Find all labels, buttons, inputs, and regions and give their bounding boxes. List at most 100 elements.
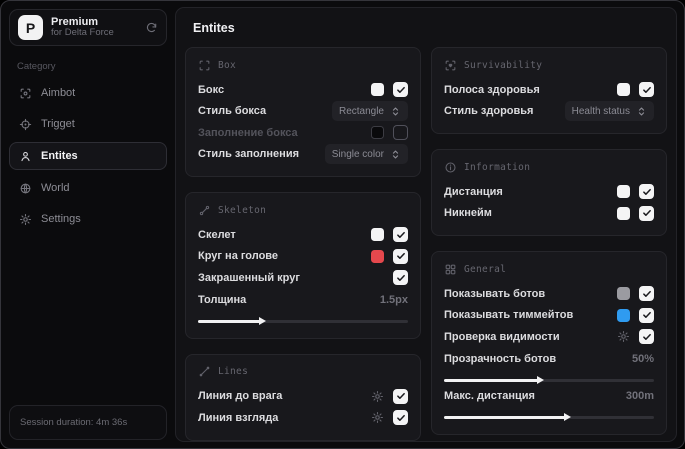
gear-icon[interactable] [371,390,384,403]
slider-thumb[interactable] [536,376,544,385]
sidebar-item-trigget[interactable]: Trigget [9,111,167,137]
slider-value: 1.5px [379,294,408,307]
setting-row: Линия до врага [198,386,408,408]
setting-row: Проверка видимости [444,326,654,348]
lines-icon [198,365,211,378]
row-controls: Rectangle [331,101,408,122]
color-swatch[interactable] [617,206,630,220]
row-label: Макс. дистанция [444,390,535,403]
card-lines: Lines Линия до врага Линия взгляда [185,353,421,441]
gear-icon[interactable] [371,411,384,424]
card-information: Information Дистанция Никнейм [431,149,667,236]
card-box: Box Бокс Стиль бокса Rectangle Заполнени… [185,47,421,177]
card-header: Information [444,159,654,175]
page-title: Entites [193,21,235,35]
app-window: P Premium for Delta Force Category Aimbo… [0,0,685,449]
sidebar-item-settings[interactable]: Settings [9,206,167,232]
select-value: Health status [571,105,630,117]
setting-row: Круг на голове [198,246,408,268]
slider[interactable] [444,376,654,385]
card-general: General Показывать ботов Показывать тимм… [431,251,667,435]
color-swatch[interactable] [617,185,630,199]
row-controls [371,82,408,98]
slider[interactable] [198,317,408,326]
card-column: Survivability Полоса здоровья Стиль здор… [431,47,667,441]
setting-row: Закрашенный круг [198,267,408,289]
checkbox[interactable] [393,410,408,426]
row-label: Проверка видимости [444,330,560,343]
card-header: Lines [198,364,408,380]
sidebar-item-label: Settings [41,213,81,225]
sidebar-item-aimbot[interactable]: Aimbot [9,80,167,106]
checkbox[interactable] [639,205,654,221]
gear-icon[interactable] [617,330,630,343]
checkbox[interactable] [393,248,408,264]
color-swatch[interactable] [617,83,630,97]
select-dropdown[interactable]: Rectangle [331,101,408,122]
sidebar-item-label: Trigget [41,118,75,130]
row-label: Никнейм [444,207,492,220]
row-label: Линия взгляда [198,411,279,424]
row-controls [393,270,408,286]
row-controls [371,410,408,426]
checkbox[interactable] [393,270,408,286]
row-controls [371,227,408,243]
row-label: Дистанция [444,185,503,198]
color-swatch[interactable] [371,126,384,140]
card-skeleton: Skeleton Скелет Круг на голове Закрашенн… [185,192,421,339]
sidebar-item-label: World [41,182,70,194]
card-header: Survivability [444,57,654,73]
select-dropdown[interactable]: Single color [324,144,408,165]
world-icon [19,182,32,195]
select-value: Rectangle [338,105,384,117]
sidebar-item-world[interactable]: World [9,175,167,201]
slider-thumb[interactable] [563,413,571,422]
row-controls [371,248,408,264]
color-swatch[interactable] [617,287,630,301]
checkbox[interactable] [639,286,654,302]
card-title: Skeleton [218,204,267,216]
row-label: Заполнение бокса [198,126,298,139]
setting-row: Линия взгляда [198,407,408,429]
color-swatch[interactable] [617,308,630,322]
checkbox[interactable] [393,388,408,404]
checkbox[interactable] [639,329,654,345]
select-dropdown[interactable]: Health status [564,101,654,122]
checkbox[interactable] [393,82,408,98]
row-controls [617,286,654,302]
slider[interactable] [444,413,654,422]
row-label: Круг на голове [198,250,279,263]
row-controls [617,205,654,221]
sidebar-item-label: Entites [41,150,78,162]
checkbox[interactable] [639,184,654,200]
card-survivability: Survivability Полоса здоровья Стиль здор… [431,47,667,134]
sidebar-item-entites[interactable]: Entites [9,142,167,170]
row-label: Бокс [198,83,225,96]
checkbox[interactable] [393,227,408,243]
aimbot-icon [19,87,32,100]
setting-row: Полоса здоровья [444,79,654,101]
trigget-icon [19,118,32,131]
survivability-icon [444,59,457,72]
card-header: General [444,261,654,277]
refresh-icon[interactable] [145,21,158,34]
checkbox[interactable] [639,82,654,98]
brand-logo: P [18,15,43,40]
row-label: Толщина [198,294,247,307]
row-label: Стиль бокса [198,105,267,118]
information-icon [444,161,457,174]
checkbox[interactable] [639,307,654,323]
color-swatch[interactable] [371,83,384,97]
card-column: Box Бокс Стиль бокса Rectangle Заполнени… [185,47,421,441]
setting-row: Стиль бокса Rectangle [198,101,408,123]
card-title: Survivability [464,59,543,71]
color-swatch[interactable] [371,249,384,263]
slider-thumb[interactable] [259,317,266,326]
setting-row: Скелет [198,224,408,246]
slider-value: 50% [631,353,654,366]
row-controls [371,125,408,141]
checkbox[interactable] [393,125,408,141]
row-controls: Single color [324,144,408,165]
main-panel: Entites Box Бокс Стиль бокса Rectangle З… [175,7,677,442]
color-swatch[interactable] [371,228,384,242]
